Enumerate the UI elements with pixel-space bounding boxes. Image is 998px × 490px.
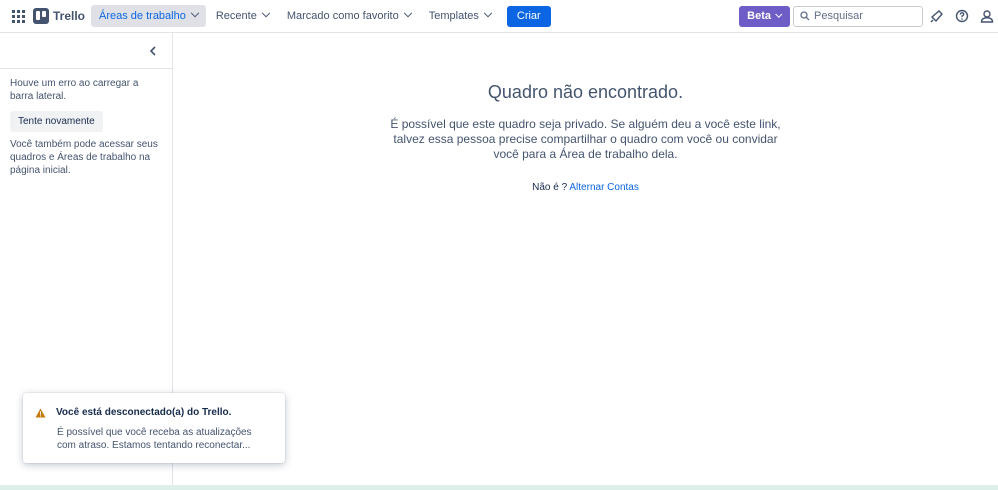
nav-recent-label: Recente: [215, 10, 257, 22]
sidebar-error-text: Houve um erro ao carregar a barra latera…: [10, 78, 139, 102]
nav-templates-label: Templates: [428, 10, 479, 22]
beta-button[interactable]: Beta: [739, 5, 790, 27]
chevron-down-icon: [483, 8, 493, 18]
notifications-button[interactable]: [926, 5, 948, 27]
grid-icon: [11, 9, 25, 23]
search-box[interactable]: [793, 5, 923, 27]
chevron-down-icon: [190, 8, 200, 18]
sidebar-header: [0, 33, 172, 69]
chevron-left-icon: [149, 46, 156, 56]
account-button[interactable]: [976, 5, 998, 27]
nav-recent[interactable]: Recente: [208, 5, 277, 27]
create-button[interactable]: Criar: [506, 5, 551, 27]
nav-starred[interactable]: Marcado como favorito: [279, 5, 419, 27]
app-switcher-button[interactable]: [7, 5, 29, 27]
switch-accounts-link[interactable]: Alternar Contas: [569, 182, 638, 193]
chevron-down-icon: [261, 8, 271, 18]
board-not-found-description: É possível que este quadro seja privado.…: [390, 117, 781, 161]
nav-starred-label: Marcado como favorito: [286, 10, 399, 22]
warning-icon: [35, 408, 46, 417]
toast-title-row: Você está desconectado(a) do Trello.: [35, 407, 273, 418]
user-icon: [980, 10, 994, 23]
help-button[interactable]: [951, 5, 973, 27]
chevron-down-icon: [775, 10, 783, 18]
disconnected-toast: Você está desconectado(a) do Trello. É p…: [23, 393, 285, 463]
toast-message: É possível que você receba as atualizaçõ…: [57, 427, 252, 451]
page-title: Quadro não encontrado.: [487, 82, 684, 102]
logo-text: Trello: [53, 9, 86, 23]
trello-logo[interactable]: Trello: [33, 8, 85, 24]
nav-workspaces[interactable]: Áreas de trabalho: [91, 5, 206, 27]
trello-logo-icon: [33, 8, 49, 24]
nav-templates[interactable]: Templates: [421, 5, 499, 27]
search-input[interactable]: [814, 10, 914, 22]
retry-button[interactable]: Tente novamente: [10, 111, 103, 132]
top-navigation-bar: Trello Áreas de trabalho Recente Marcado…: [0, 0, 998, 33]
not-you-text: Não é ?: [532, 182, 568, 193]
search-icon: [800, 11, 810, 21]
help-icon: [955, 9, 969, 23]
megaphone-icon: [930, 10, 943, 23]
collapse-sidebar-button[interactable]: [146, 44, 160, 58]
toast-title: Você está desconectado(a) do Trello.: [56, 407, 232, 418]
sidebar-hint-text: Você também pode acessar seus quadros e …: [10, 139, 158, 176]
beta-label: Beta: [747, 10, 771, 22]
sidebar-error: Houve um erro ao carregar a barra latera…: [0, 69, 172, 189]
switch-account-line: Não é ? Alternar Contas: [173, 182, 998, 193]
bottom-edge: [0, 485, 998, 490]
main-content: Quadro não encontrado. É possível que es…: [173, 33, 998, 485]
chevron-down-icon: [403, 8, 412, 18]
nav-workspaces-label: Áreas de trabalho: [99, 10, 186, 22]
